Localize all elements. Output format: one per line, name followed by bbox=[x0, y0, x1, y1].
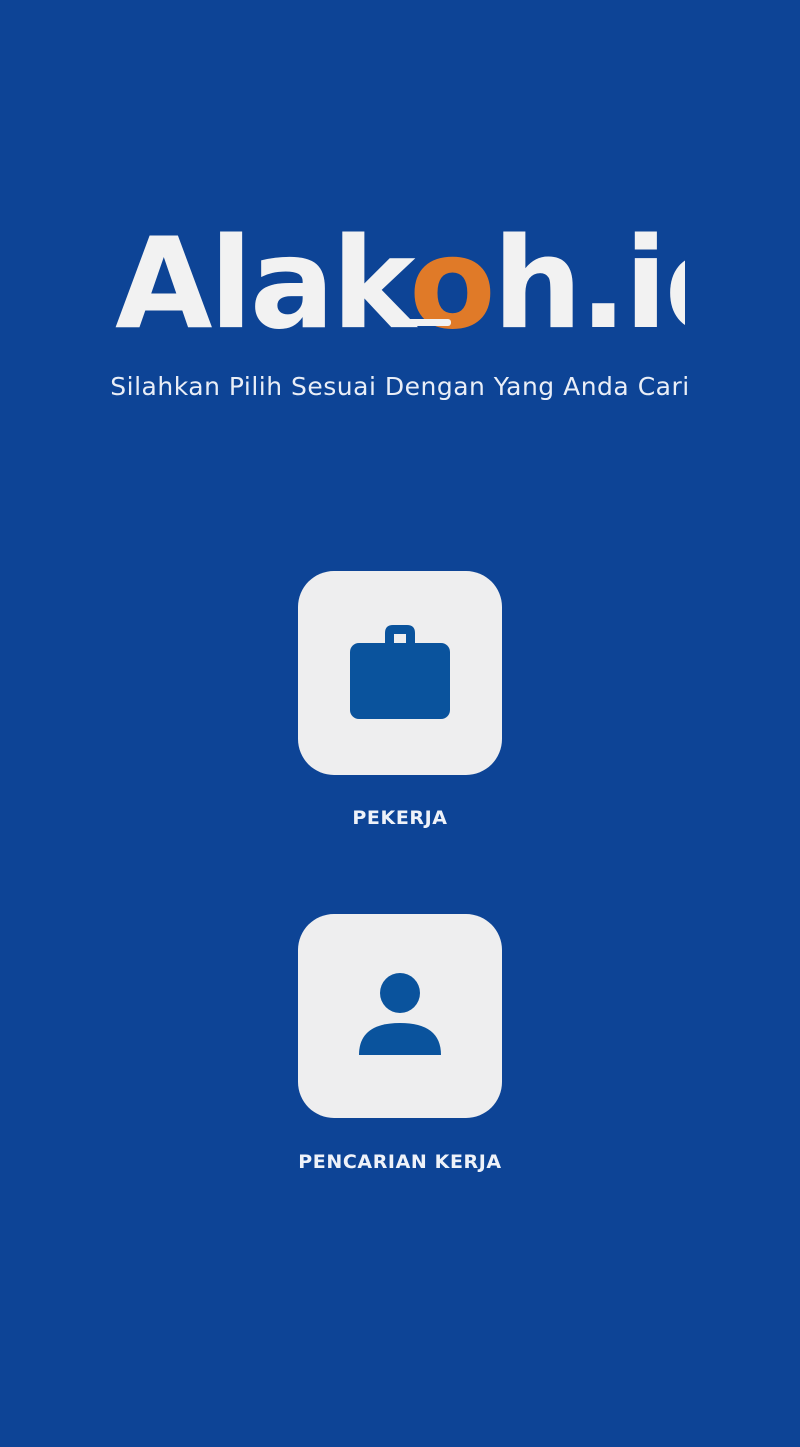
brand-logo: Alakoh.id bbox=[0, 212, 800, 342]
page-subtitle: Silahkan Pilih Sesuai Dengan Yang Anda C… bbox=[110, 372, 690, 401]
logo-wordmark: Alakoh.id bbox=[115, 212, 685, 342]
worker-option-button[interactable] bbox=[298, 571, 502, 775]
briefcase-icon bbox=[350, 625, 450, 719]
job-seeker-option-label[interactable]: PENCARIAN KERJA bbox=[0, 1151, 800, 1173]
person-icon bbox=[359, 973, 441, 1055]
worker-option-label[interactable]: PEKERJA bbox=[0, 807, 800, 829]
logo-text-part2: h.id bbox=[493, 212, 685, 342]
logo-underline bbox=[391, 319, 451, 326]
logo-text-part1: Alak bbox=[115, 212, 419, 342]
job-seeker-option-button[interactable] bbox=[298, 914, 502, 1118]
role-selection-screen: Alakoh.id Silahkan Pilih Sesuai Dengan Y… bbox=[0, 0, 800, 1447]
